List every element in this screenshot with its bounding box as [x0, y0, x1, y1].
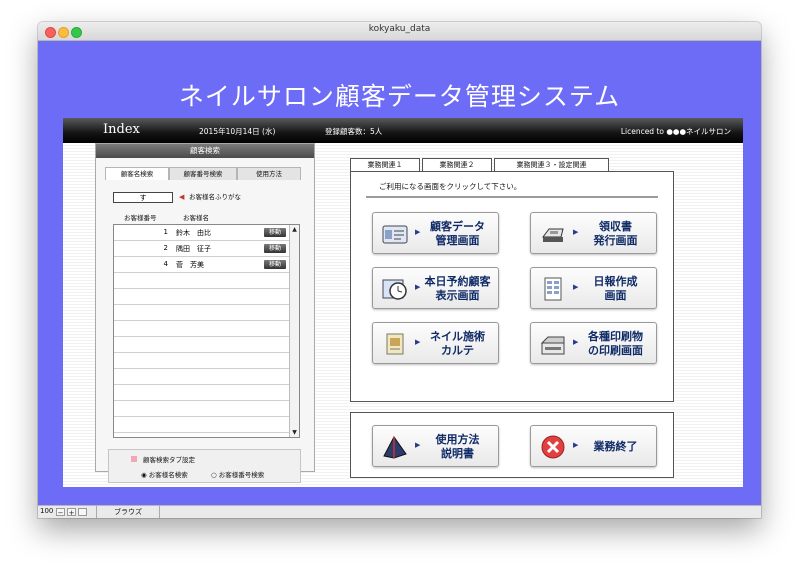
table-row-empty: [114, 401, 290, 417]
manual-label: 使用方法 説明書: [435, 433, 480, 460]
window-title: kokyaku_data: [368, 24, 431, 34]
task-panel: ご利用になる画面をクリックして下さい。 ▶ 顧客データ 管理画面 ▶ 領収書 発行画…: [350, 171, 674, 402]
arrow-right-icon: ▶: [415, 441, 421, 449]
zoom-in-icon[interactable]: +: [67, 508, 76, 517]
kana-search-label: お客様名ふりがな: [189, 193, 241, 201]
report-sheet-icon: [544, 277, 562, 301]
table-row: 2 隅田 征子 移動: [114, 241, 290, 257]
table-row-empty: [114, 353, 290, 369]
customer-result-list: 1 鈴木 由比 移動 2 隅田 征子 移動 4 菅 芳美 移動 ▲ ▼: [113, 224, 300, 438]
print-materials-button[interactable]: ▶ 各種印刷物 の印刷画面: [530, 322, 657, 364]
table-row-empty: [114, 321, 290, 337]
arrow-right-icon: ▶: [573, 228, 579, 236]
radio-name-search[interactable]: ◉ お客様名検索: [141, 469, 188, 479]
app-window: kokyaku_data ネイルサロン顧客データ管理システム Index 201…: [38, 22, 761, 518]
clock-calendar-icon: [382, 279, 407, 300]
table-row-empty: [114, 305, 290, 321]
today-reservation-label: 本日予約顧客 表示画面: [424, 275, 491, 302]
customer-number: 2: [163, 244, 168, 252]
toolbar-toggle-icon[interactable]: [78, 508, 87, 516]
index-label: Index: [103, 122, 140, 137]
app-title: ネイルサロン顧客データ管理システム: [178, 82, 621, 111]
status-bar: 100 − + ブラウズ: [38, 505, 761, 518]
arrow-right-icon: ▶: [573, 441, 579, 449]
setting-marker-icon: [131, 456, 137, 462]
exit-label: 業務終了: [593, 440, 638, 453]
list-scrollbar[interactable]: ▲ ▼: [289, 225, 299, 437]
printer-icon: [540, 336, 565, 355]
kana-search-input[interactable]: す: [113, 192, 173, 203]
nail-chart-label: ネイル施術 カルテ: [430, 330, 485, 357]
chart-card-icon: [386, 333, 404, 355]
zoom-level: 100: [40, 507, 54, 515]
column-header-name: お客様名: [183, 214, 209, 222]
tab-number-search[interactable]: 顧客番号検索: [169, 167, 237, 180]
nail-chart-button[interactable]: ▶ ネイル施術 カルテ: [372, 322, 499, 364]
index-header: Index 2015年10月14日 (水) 登録顧客数：5人 Licenced …: [63, 118, 743, 143]
table-row-empty: [114, 385, 290, 401]
close-circle-icon: [541, 435, 565, 459]
utility-panel: ▶ 使用方法 説明書 ▶ 業務終了: [350, 412, 674, 478]
arrow-right-icon: ▶: [415, 283, 421, 291]
customer-search-heading: 顧客検索: [96, 144, 314, 158]
column-header-number: お客様番号: [124, 214, 157, 222]
customer-name: 隅田 征子: [176, 245, 211, 253]
manual-button[interactable]: ▶ 使用方法 説明書: [372, 425, 499, 467]
arrow-right-icon: ▶: [573, 283, 579, 291]
register-icon: [542, 228, 564, 242]
pointer-left-icon: ◀: [179, 193, 185, 201]
customer-number: 4: [163, 260, 168, 268]
tab-business-3-settings[interactable]: 業務関連３・設定関連: [494, 158, 609, 171]
move-button[interactable]: 移動: [264, 228, 286, 237]
receipt-label: 領収書 発行画面: [593, 220, 638, 247]
tab-business-1[interactable]: 業務関連１: [350, 158, 420, 171]
tab-name-search[interactable]: 顧客名検索: [105, 167, 169, 180]
customer-data-label: 顧客データ 管理画面: [430, 220, 485, 247]
tab-business-2[interactable]: 業務関連２: [422, 158, 492, 171]
exit-button[interactable]: ▶ 業務終了: [530, 425, 657, 467]
customer-name: 菅 芳美: [176, 261, 204, 269]
scroll-down-icon[interactable]: ▼: [290, 428, 299, 437]
table-row-empty: [114, 273, 290, 289]
current-date: 2015年10月14日 (水): [199, 127, 276, 136]
arrow-right-icon: ▶: [415, 338, 421, 346]
table-row-empty: [114, 417, 290, 433]
customer-count: 登録顧客数：5人: [325, 127, 383, 136]
customer-search-panel: 顧客検索 顧客名検索 顧客番号検索 使用方法 す ◀ お客様名ふりがな お客様番…: [95, 143, 315, 483]
today-reservation-button[interactable]: ▶ 本日予約顧客 表示画面: [372, 267, 499, 309]
radio-number-search[interactable]: ○ お客様番号検索: [211, 469, 264, 479]
tab-usage[interactable]: 使用方法: [237, 167, 301, 180]
search-tab-setting: 顧客検索タブ設定 ◉ お客様名検索 ○ お客様番号検索: [108, 449, 301, 483]
table-row-empty: [114, 289, 290, 305]
daily-report-button[interactable]: ▶ 日報作成 画面: [530, 267, 657, 309]
id-card-icon: [382, 225, 408, 244]
mode-indicator[interactable]: ブラウズ: [96, 506, 160, 518]
customer-data-button[interactable]: ▶ 顧客データ 管理画面: [372, 212, 499, 254]
manual-book-icon: [383, 436, 407, 459]
print-materials-label: 各種印刷物 の印刷画面: [588, 330, 643, 357]
arrow-right-icon: ▶: [573, 338, 579, 346]
daily-report-label: 日報作成 画面: [593, 275, 638, 302]
search-tab-setting-label: 顧客検索タブ設定: [143, 456, 195, 464]
move-button[interactable]: 移動: [264, 260, 286, 269]
arrow-right-icon: ▶: [415, 228, 421, 236]
table-row-empty: [114, 337, 290, 353]
title-bar: kokyaku_data: [38, 22, 761, 41]
move-button[interactable]: 移動: [264, 244, 286, 253]
receipt-button[interactable]: ▶ 領収書 発行画面: [530, 212, 657, 254]
instruction-divider: [366, 196, 658, 198]
licence-text: Licenced to ●●●ネイルサロン: [620, 127, 731, 136]
table-row-empty: [114, 369, 290, 385]
customer-number: 1: [163, 228, 168, 236]
instruction-text: ご利用になる画面をクリックして下さい。: [379, 182, 522, 191]
scroll-up-icon[interactable]: ▲: [290, 225, 299, 234]
customer-name: 鈴木 由比: [176, 229, 211, 237]
table-row: 1 鈴木 由比 移動: [114, 225, 290, 241]
zoom-out-icon[interactable]: −: [56, 508, 65, 517]
table-row: 4 菅 芳美 移動: [114, 257, 290, 273]
